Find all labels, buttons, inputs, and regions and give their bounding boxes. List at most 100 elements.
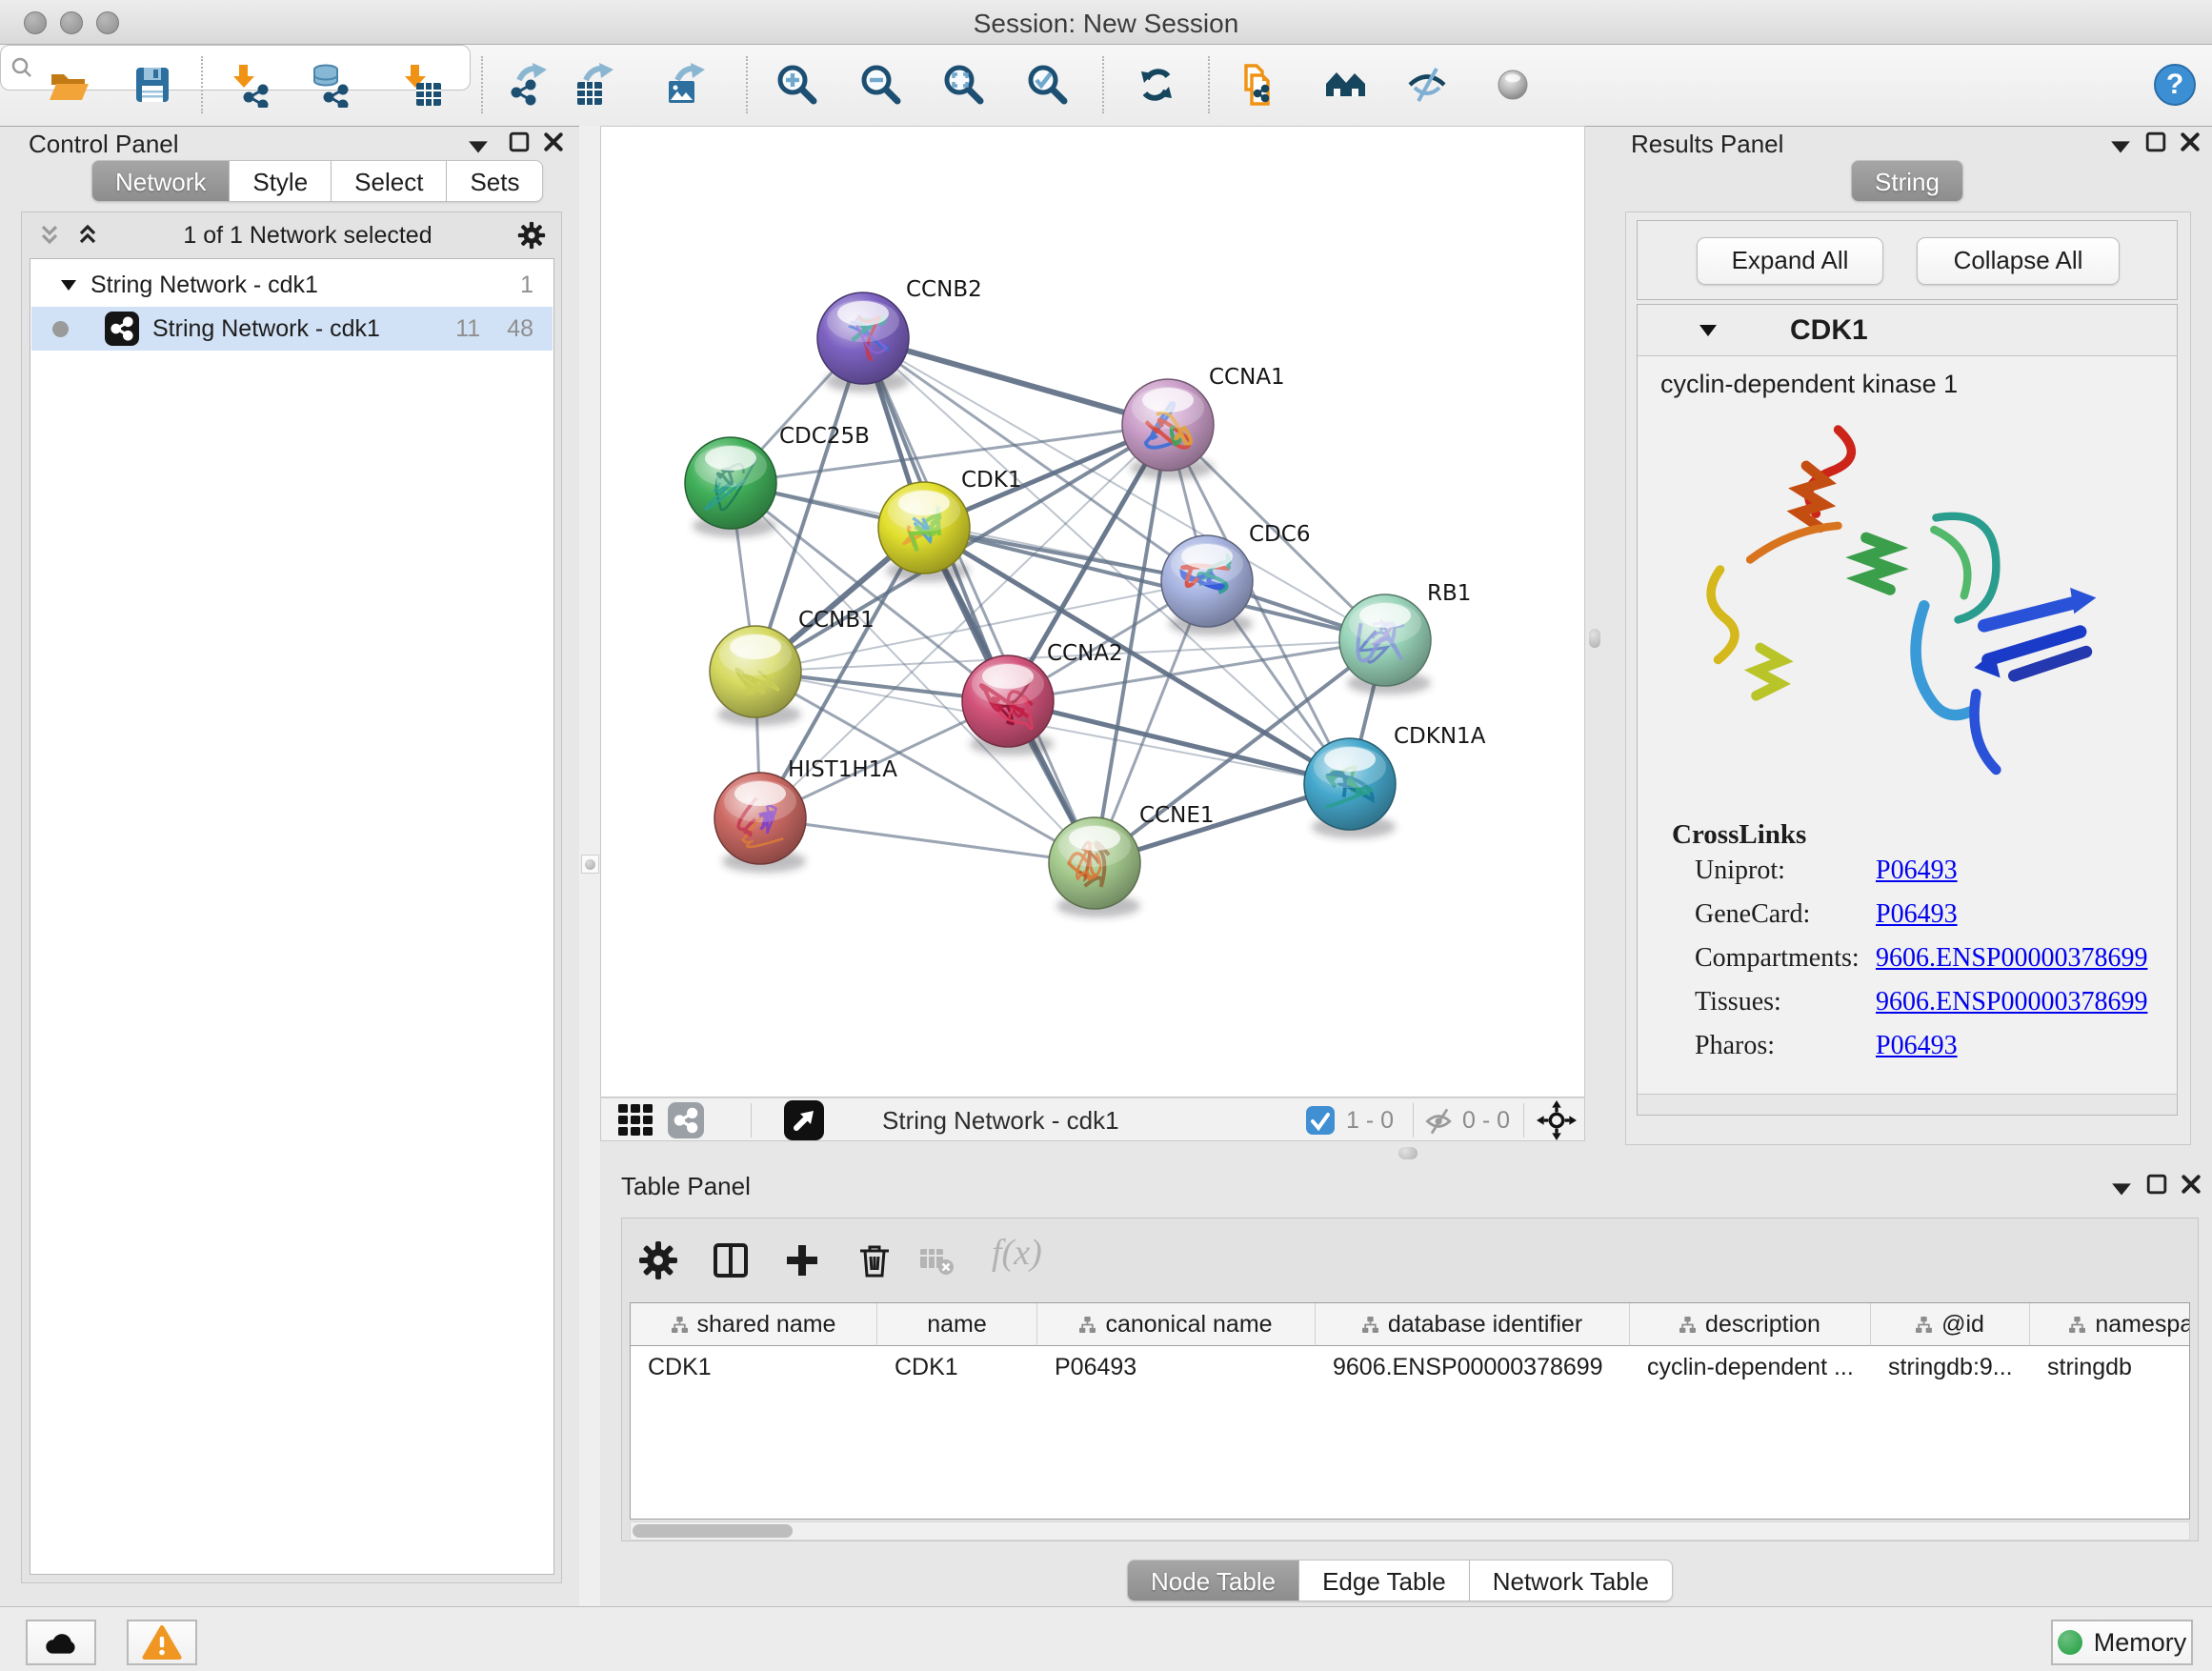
- zoom-in-icon[interactable]: [774, 62, 820, 108]
- hide-panels-icon[interactable]: [1404, 62, 1450, 108]
- splitter-handle[interactable]: [581, 855, 599, 874]
- network-view-canvas[interactable]: CCNB2 CCNA1 CDC25B CDK1 CDC6 RB1: [600, 126, 1585, 1097]
- share-document-icon[interactable]: [1237, 62, 1283, 108]
- tab-network-table[interactable]: Network Table: [1470, 1560, 1673, 1601]
- float-panel-icon[interactable]: [2146, 1174, 2167, 1195]
- tab-sets[interactable]: Sets: [447, 160, 543, 202]
- open-session-icon[interactable]: [46, 62, 91, 108]
- tab-edge-table[interactable]: Edge Table: [1299, 1560, 1470, 1601]
- network-node-HIST1H1A[interactable]: HIST1H1A: [714, 757, 897, 873]
- column-header-namespace[interactable]: namespace: [2030, 1303, 2190, 1346]
- hidden-items-eye-slash-icon[interactable]: [1422, 1104, 1457, 1138]
- table-panel: Table Panel f(x) shared nameCDK1nameCDK1…: [600, 1164, 2212, 1606]
- tab-string[interactable]: String: [1851, 160, 1963, 202]
- help-icon[interactable]: ?: [2152, 62, 2198, 108]
- crosslink-value-link[interactable]: 9606.ENSP00000378699: [1876, 943, 2147, 974]
- zoom-out-icon[interactable]: [858, 62, 904, 108]
- network-options-gear-icon[interactable]: [515, 219, 548, 252]
- splitter-handle[interactable]: [1398, 1147, 1418, 1159]
- table-cell[interactable]: stringdb: [2030, 1346, 2190, 1389]
- crosslink-value-link[interactable]: P06493: [1876, 1031, 1958, 1061]
- column-header-id[interactable]: @id: [1871, 1303, 2030, 1346]
- node-table[interactable]: shared nameCDK1nameCDK1canonical nameP06…: [630, 1302, 2190, 1520]
- add-column-icon[interactable]: [779, 1238, 825, 1283]
- fit-content-crosshair-icon[interactable]: [1537, 1100, 1577, 1140]
- toolbar-separator: [1102, 56, 1104, 113]
- crosslink-value-link[interactable]: P06493: [1876, 856, 1958, 886]
- close-panel-icon[interactable]: [2181, 1174, 2202, 1195]
- float-panel-icon[interactable]: [509, 131, 530, 152]
- expand-all-chevron-icon[interactable]: [75, 224, 100, 247]
- table-cell[interactable]: P06493: [1037, 1346, 1316, 1389]
- cloud-button[interactable]: [26, 1620, 96, 1665]
- table-cell[interactable]: CDK1: [877, 1346, 1037, 1389]
- tab-node-table[interactable]: Node Table: [1127, 1560, 1299, 1601]
- warnings-button[interactable]: [127, 1620, 197, 1665]
- import-network-icon[interactable]: [228, 62, 273, 108]
- save-session-icon[interactable]: [130, 62, 175, 108]
- network-view-toolbar: String Network - cdk1 1 - 0 0 - 0: [600, 1097, 1585, 1141]
- table-horizontal-scrollbar[interactable]: [630, 1521, 2190, 1540]
- birdseye-grid-icon[interactable]: [618, 1104, 653, 1137]
- network-node-CCNA1[interactable]: CCNA1: [1122, 365, 1285, 479]
- export-image-icon[interactable]: [664, 62, 710, 108]
- network-row[interactable]: String Network - cdk1 11 48: [31, 307, 553, 351]
- refresh-icon[interactable]: [1134, 62, 1179, 108]
- gene-entry-header[interactable]: CDK1: [1638, 305, 2177, 356]
- crosslink-value-link[interactable]: 9606.ENSP00000378699: [1876, 987, 2147, 1017]
- export-network-icon[interactable]: [506, 62, 552, 108]
- collapse-all-chevron-icon[interactable]: [37, 224, 62, 247]
- zoom-selected-icon[interactable]: [1025, 62, 1071, 108]
- zoom-fit-icon[interactable]: [941, 62, 987, 108]
- node-label-CDC6: CDC6: [1249, 522, 1310, 547]
- import-table-icon[interactable]: [399, 62, 445, 108]
- right-splitter[interactable]: [1585, 126, 1619, 1164]
- collection-expand-icon[interactable]: [60, 278, 77, 292]
- close-panel-icon[interactable]: [543, 131, 564, 152]
- network-edge[interactable]: [863, 338, 1168, 425]
- selected-items-checkbox-icon[interactable]: [1306, 1106, 1335, 1135]
- network-node-RB1[interactable]: RB1: [1339, 581, 1471, 695]
- table-cell[interactable]: 9606.ENSP00000378699: [1316, 1346, 1630, 1389]
- table-cell[interactable]: cyclin-dependent ...: [1630, 1346, 1871, 1389]
- export-table-icon[interactable]: [573, 62, 618, 108]
- tab-network[interactable]: Network: [91, 160, 230, 202]
- close-panel-icon[interactable]: [2180, 131, 2201, 152]
- float-panel-icon[interactable]: [2145, 131, 2166, 152]
- table-cell[interactable]: stringdb:9...: [1871, 1346, 2030, 1389]
- table-cell[interactable]: CDK1: [631, 1346, 877, 1389]
- expand-all-button[interactable]: Expand All: [1697, 237, 1883, 285]
- column-header-name[interactable]: name: [877, 1303, 1037, 1346]
- column-header-databaseidentifier[interactable]: database identifier: [1316, 1303, 1630, 1346]
- show-columns-icon[interactable]: [708, 1238, 754, 1283]
- network-edge[interactable]: [863, 338, 1095, 863]
- import-network-database-icon[interactable]: [308, 62, 353, 108]
- column-header-canonicalname[interactable]: canonical name: [1037, 1303, 1316, 1346]
- network-overview-share-icon[interactable]: [668, 1102, 704, 1138]
- table-options-gear-icon[interactable]: [635, 1238, 681, 1283]
- tab-style[interactable]: Style: [230, 160, 332, 202]
- memory-button[interactable]: Memory: [2051, 1620, 2193, 1665]
- crosslink-value-link[interactable]: P06493: [1876, 899, 1958, 930]
- network-collection-row[interactable]: String Network - cdk1 1: [31, 263, 553, 307]
- network-edge[interactable]: [760, 818, 1095, 863]
- collapse-all-button[interactable]: Collapse All: [1917, 237, 2120, 285]
- entry-collapse-caret-icon[interactable]: [1699, 323, 1718, 337]
- vertical-splitter[interactable]: [579, 126, 600, 1606]
- network-node-CCNB2[interactable]: CCNB2: [817, 277, 982, 393]
- delete-column-trash-icon[interactable]: [852, 1238, 897, 1283]
- panel-menu-caret-icon[interactable]: [468, 137, 489, 158]
- show-panel-icon[interactable]: [1490, 62, 1536, 108]
- column-header-description[interactable]: description: [1630, 1303, 1871, 1346]
- panel-menu-caret-icon[interactable]: [2111, 1179, 2132, 1200]
- panel-menu-caret-icon[interactable]: [2110, 137, 2131, 158]
- home-icon[interactable]: [1323, 62, 1369, 108]
- scrollbar-thumb[interactable]: [633, 1524, 793, 1538]
- crosslink-row: Tissues:9606.ENSP00000378699: [1695, 987, 2152, 1017]
- detach-view-icon[interactable]: [784, 1100, 824, 1140]
- tab-select[interactable]: Select: [332, 160, 447, 202]
- splitter-handle[interactable]: [1589, 629, 1600, 648]
- network-graph[interactable]: CCNB2 CCNA1 CDC25B CDK1 CDC6 RB1: [601, 127, 1584, 1097]
- column-header-sharedname[interactable]: shared name: [631, 1303, 877, 1346]
- network-node-CDKN1A[interactable]: CDKN1A: [1304, 724, 1486, 838]
